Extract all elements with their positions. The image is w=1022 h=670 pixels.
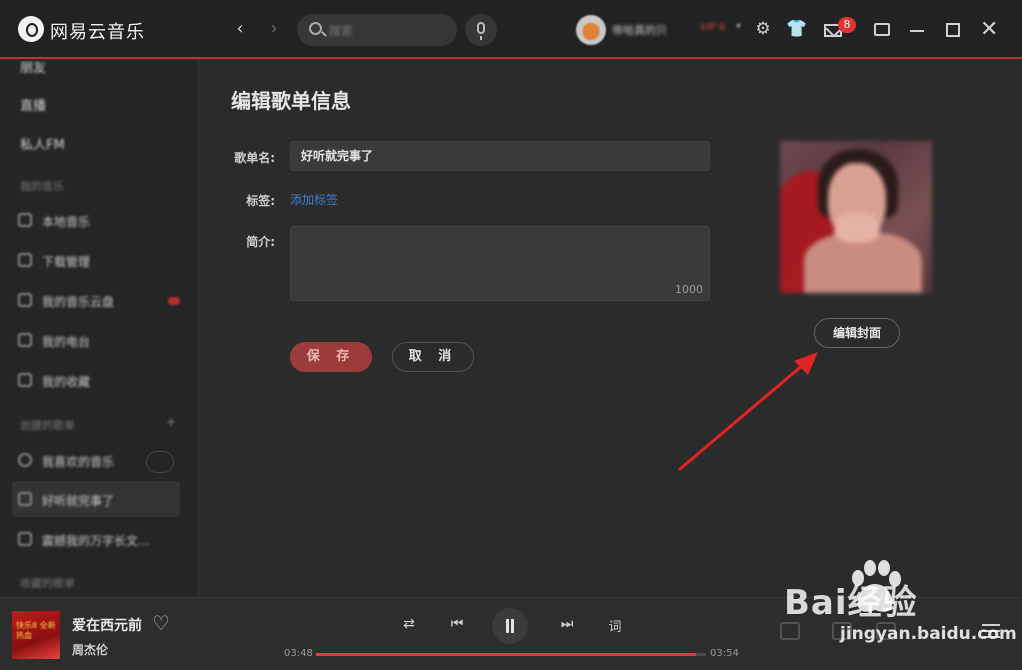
shirt-icon[interactable]: 👕 xyxy=(786,18,808,40)
minimize-icon[interactable] xyxy=(910,30,924,32)
time-current: 03:48 xyxy=(284,648,313,659)
username[interactable]: 帝哈真的只 xyxy=(612,22,667,38)
app-window: 网易云音乐 ‹ › 搜索 帝哈真的只 VIP 6 ▾ ⚙ 👕 8 ✕ 朋友 直播… xyxy=(0,0,1022,670)
download-icon xyxy=(18,253,32,267)
artist-name[interactable]: 周杰伦 xyxy=(72,641,108,658)
add-tag-link[interactable]: 添加标签 xyxy=(290,191,338,208)
sidebar-item-live[interactable]: 直播 xyxy=(20,95,46,114)
voice-search-button[interactable] xyxy=(465,14,497,46)
intro-textarea[interactable]: 1000 xyxy=(290,226,710,301)
add-playlist-icon[interactable]: + xyxy=(166,415,176,429)
search-placeholder: 搜索 xyxy=(329,24,354,38)
section-collected-playlists: 收藏的歌单 xyxy=(20,577,75,590)
mini-mode-icon[interactable] xyxy=(874,23,890,36)
vip-badge[interactable]: VIP 6 xyxy=(700,22,725,33)
tag-label: 标签: xyxy=(246,194,275,208)
back-icon[interactable]: ‹ xyxy=(228,17,252,41)
page-title: 编辑歌单信息 xyxy=(231,89,351,113)
playlist-icon xyxy=(18,532,32,546)
section-created-playlists: 创建的歌单 xyxy=(20,419,75,432)
playlist-cover-image xyxy=(780,141,932,293)
sidebar-item-friends[interactable]: 朋友 xyxy=(20,61,46,76)
sidebar-item-cloud[interactable]: 我的音乐云盘 xyxy=(42,293,114,310)
watermark-url: jingyan.baidu.com xyxy=(840,624,1017,644)
sidebar-item-radio[interactable]: 我的电台 xyxy=(42,333,90,350)
sidebar: 朋友 直播 私人FM 我的音乐 本地音乐 下载管理 我的音乐云盘 我的电台 我的… xyxy=(0,61,199,597)
sidebar-item-label: 朋友 xyxy=(20,61,47,76)
previous-icon[interactable]: ⏮ xyxy=(446,616,468,632)
radio-icon xyxy=(18,333,32,347)
playlist-name-input[interactable]: 好听就完事了 xyxy=(290,141,710,171)
sidebar-item-collection[interactable]: 我的收藏 xyxy=(42,373,90,390)
next-icon[interactable]: ⏭ xyxy=(556,616,578,632)
heart-icon xyxy=(18,453,32,467)
pause-button[interactable] xyxy=(492,608,528,644)
gear-icon[interactable]: ⚙ xyxy=(752,18,774,40)
shuffle-icon[interactable]: ⇄ xyxy=(398,616,420,632)
lyrics-button[interactable]: 词 xyxy=(604,616,626,635)
heartbeat-mode-button[interactable] xyxy=(146,451,174,473)
brand-name: 网易云音乐 xyxy=(50,22,145,43)
music-note-icon xyxy=(18,213,32,227)
like-heart-icon[interactable]: ♡ xyxy=(152,611,170,635)
sound-quality-icon[interactable] xyxy=(780,622,800,640)
cloud-badge xyxy=(168,297,180,305)
progress-bar[interactable] xyxy=(316,653,706,656)
chevron-down-icon[interactable]: ▾ xyxy=(736,21,741,32)
save-button[interactable]: 保 存 xyxy=(290,342,372,372)
char-counter: 1000 xyxy=(675,283,703,296)
watermark-text: Bai经验 xyxy=(784,583,918,623)
name-label: 歌单名: xyxy=(234,151,275,165)
edit-playlist-page: 编辑歌单信息 歌单名: 好听就完事了 标签: 添加标签 简介: 1000 保 存… xyxy=(200,61,1022,597)
cancel-button[interactable]: 取 消 xyxy=(392,342,474,372)
intro-label: 简介: xyxy=(246,235,275,249)
title-bar: 网易云音乐 ‹ › 搜索 帝哈真的只 VIP 6 ▾ ⚙ 👕 8 ✕ xyxy=(0,0,1022,59)
sidebar-item-downloads[interactable]: 下载管理 xyxy=(42,253,90,270)
mail-count-badge: 8 xyxy=(838,17,856,33)
album-cover[interactable]: 快乐8 全新热血 xyxy=(12,611,60,659)
album-cover-text: 快乐8 全新热血 xyxy=(16,621,56,640)
playlist-icon xyxy=(18,492,32,506)
collection-icon xyxy=(18,373,32,387)
time-total: 03:54 xyxy=(710,648,739,659)
progress-fill xyxy=(316,653,697,656)
cloud-icon xyxy=(18,293,32,307)
mic-icon xyxy=(477,22,485,40)
song-title[interactable]: 爱在西元前 xyxy=(72,615,142,635)
avatar[interactable] xyxy=(576,15,606,45)
forward-icon[interactable]: › xyxy=(262,17,286,41)
sidebar-item-local-music[interactable]: 本地音乐 xyxy=(42,213,90,230)
search-input[interactable]: 搜索 xyxy=(297,14,457,46)
sidebar-item-liked-music[interactable]: 我喜欢的音乐 xyxy=(42,453,114,470)
sidebar-item-playlist[interactable]: 震撼我的万字长文... xyxy=(42,532,149,549)
sidebar-item-playlist-active[interactable]: 好听就完事了 xyxy=(42,492,114,509)
section-my-music: 我的音乐 xyxy=(20,180,64,193)
maximize-icon[interactable] xyxy=(946,23,960,37)
close-icon[interactable]: ✕ xyxy=(980,18,998,42)
sidebar-item-fm[interactable]: 私人FM xyxy=(20,134,65,153)
logo-icon[interactable] xyxy=(18,16,44,42)
search-icon xyxy=(309,22,322,35)
annotation-arrow xyxy=(678,352,818,471)
